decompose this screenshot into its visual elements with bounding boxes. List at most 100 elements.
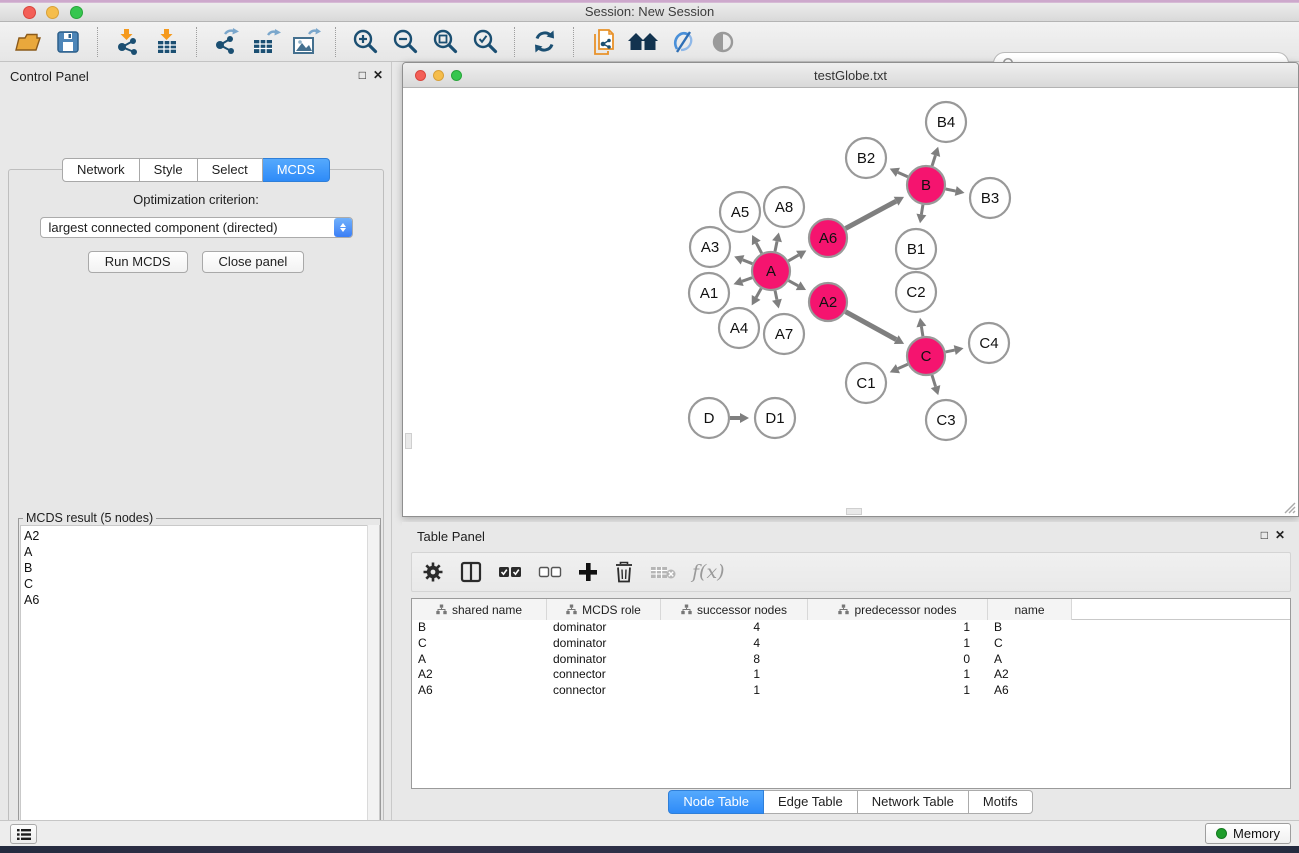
node-A5[interactable]: A5 [720,192,760,232]
edge-C-C4[interactable] [946,345,964,355]
node-B1[interactable]: B1 [896,229,936,269]
delete-table-icon[interactable] [650,557,676,587]
open-file-icon[interactable] [11,26,45,58]
node-B3[interactable]: B3 [970,178,1010,218]
node-A2[interactable]: A2 [809,283,847,321]
zoom-out-icon[interactable] [388,26,422,58]
delete-column-icon[interactable] [614,557,634,587]
edge-B-B2[interactable] [890,168,908,177]
edge-A-A4[interactable] [752,288,761,305]
table-row[interactable]: A2connector11A2 [412,667,1290,683]
tab-style[interactable]: Style [140,158,198,182]
float-table-panel-icon[interactable]: □ [1261,528,1268,542]
node-A6[interactable]: A6 [809,219,847,257]
column-header[interactable]: MCDS role [547,599,661,620]
node-D1[interactable]: D1 [755,398,795,438]
horizontal-scrollbar[interactable] [846,508,862,515]
close-table-panel-icon[interactable]: ✕ [1275,528,1285,542]
tab-select[interactable]: Select [198,158,263,182]
node-A3[interactable]: A3 [690,227,730,267]
node-A7[interactable]: A7 [764,314,804,354]
result-item[interactable]: A [24,544,379,560]
home-first-neighbors-icon[interactable] [626,26,660,58]
edge-A-A2[interactable] [789,281,806,291]
close-panel-icon[interactable]: ✕ [373,68,383,82]
refresh-icon[interactable] [527,26,561,58]
export-network-icon[interactable] [209,26,243,58]
network-zoom-button[interactable] [451,70,462,81]
edge-A-A6[interactable] [788,251,806,261]
table-row[interactable]: Adominator80A [412,652,1290,668]
table-row[interactable]: A6connector11A6 [412,683,1290,699]
column-header[interactable]: successor nodes [661,599,808,620]
resize-grip-icon[interactable] [1282,500,1296,514]
result-scrollbar[interactable] [367,525,379,853]
export-table-icon[interactable] [249,26,283,58]
import-network-icon[interactable] [110,26,144,58]
table-row[interactable]: Bdominator41B [412,620,1290,636]
clone-network-icon[interactable] [586,26,620,58]
vertical-scrollbar[interactable] [405,433,412,449]
network-canvas[interactable]: AA1A2A3A4A5A6A7A8BB1B2B3B4CC1C2C3C4DD1 [405,89,1296,515]
edge-A2-C[interactable] [846,312,905,344]
edge-C-C1[interactable] [890,364,908,373]
edge-A-A3[interactable] [734,255,752,264]
result-item[interactable]: C [24,576,379,592]
edge-A6-B[interactable] [846,197,904,229]
task-history-button[interactable] [10,824,37,844]
edge-A-A7[interactable] [772,291,782,309]
result-item[interactable]: B [24,560,379,576]
function-builder-icon[interactable]: f(x) [692,557,725,587]
column-header[interactable]: predecessor nodes [808,599,988,620]
edge-A-A5[interactable] [752,235,762,253]
tab-node-table[interactable]: Node Table [668,790,764,814]
column-header[interactable]: name [988,599,1072,620]
zoom-fit-icon[interactable] [428,26,462,58]
node-C[interactable]: C [907,337,945,375]
node-C1[interactable]: C1 [846,363,886,403]
unselect-all-checkboxes-icon[interactable] [538,557,562,587]
close-window-button[interactable] [23,6,36,19]
edge-B-B3[interactable] [946,186,965,196]
import-table-icon[interactable] [150,26,184,58]
tab-edge-table[interactable]: Edge Table [764,790,858,814]
hide-graphics-details-icon[interactable] [666,26,700,58]
edge-B-B1[interactable] [916,205,926,224]
node-B4[interactable]: B4 [926,102,966,142]
run-mcds-button[interactable]: Run MCDS [88,251,188,273]
tab-motifs[interactable]: Motifs [969,790,1033,814]
edge-C-C3[interactable] [931,375,941,395]
gear-icon[interactable] [422,557,444,587]
add-column-icon[interactable] [578,557,598,587]
close-panel-button[interactable]: Close panel [202,251,305,273]
select-all-checkboxes-icon[interactable] [498,557,522,587]
tab-mcds[interactable]: MCDS [263,158,330,182]
node-B2[interactable]: B2 [846,138,886,178]
criterion-dropdown[interactable]: largest connected component (directed) [40,217,353,238]
zoom-window-button[interactable] [70,6,83,19]
edge-B-B4[interactable] [931,147,941,166]
memory-button[interactable]: Memory [1205,823,1291,844]
minimize-window-button[interactable] [46,6,59,19]
node-C2[interactable]: C2 [896,272,936,312]
node-A4[interactable]: A4 [719,308,759,348]
zoom-in-icon[interactable] [348,26,382,58]
network-minimize-button[interactable] [433,70,444,81]
tab-network[interactable]: Network [62,158,140,182]
result-item[interactable]: A2 [24,528,379,544]
node-A1[interactable]: A1 [689,273,729,313]
edge-A-A8[interactable] [772,232,782,251]
column-layout-icon[interactable] [460,557,482,587]
column-header[interactable]: shared name [412,599,547,620]
save-session-icon[interactable] [51,26,85,58]
table-row[interactable]: Cdominator41C [412,636,1290,652]
node-C3[interactable]: C3 [926,400,966,440]
export-image-icon[interactable] [289,26,323,58]
edge-C-C2[interactable] [916,318,926,337]
tab-network-table[interactable]: Network Table [858,790,969,814]
zoom-selected-icon[interactable] [468,26,502,58]
eye-icon[interactable] [706,26,740,58]
node-A[interactable]: A [752,252,790,290]
node-D[interactable]: D [689,398,729,438]
edge-A-A1[interactable] [734,277,753,286]
